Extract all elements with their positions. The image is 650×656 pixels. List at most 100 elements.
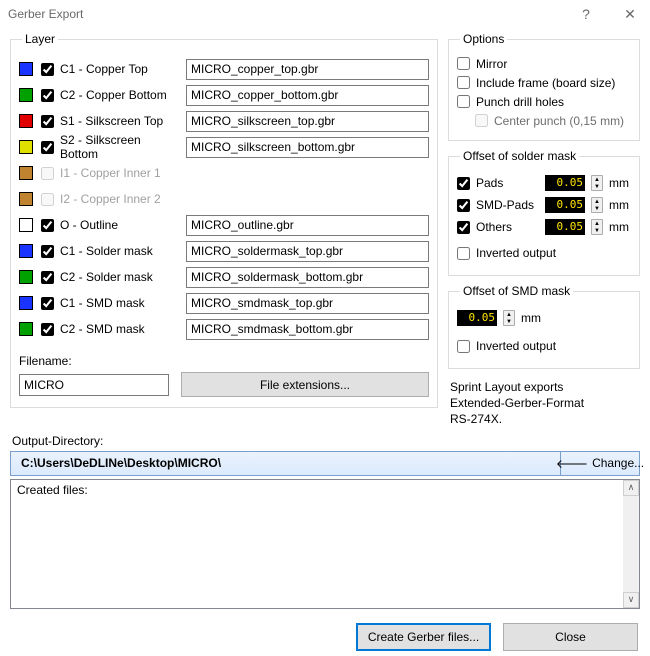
smd-inverted-label: Inverted output xyxy=(476,339,556,353)
layer-filename-input[interactable] xyxy=(186,241,429,262)
layer-row: I1 - Copper Inner 1 xyxy=(19,162,429,184)
layer-label: C1 - Copper Top xyxy=(60,62,182,76)
layer-row: C1 - SMD mask xyxy=(19,292,429,314)
layer-label: C1 - Solder mask xyxy=(60,244,182,258)
filename-label: Filename: xyxy=(19,354,429,368)
close-icon[interactable]: ✕ xyxy=(610,6,650,23)
scroll-track[interactable] xyxy=(623,496,639,592)
mirror-label: Mirror xyxy=(476,57,507,71)
output-dir-label: Output-Directory: xyxy=(12,434,640,448)
smd-offset-value[interactable]: 0.05 xyxy=(457,310,497,326)
layer-checkbox[interactable] xyxy=(41,219,54,232)
layer-label: C1 - SMD mask xyxy=(60,296,182,310)
layer-filename-input[interactable] xyxy=(186,215,429,236)
solder-inverted-label: Inverted output xyxy=(476,246,556,260)
notes-line: RS-274X. xyxy=(450,411,640,427)
layer-filename-input[interactable] xyxy=(186,59,429,80)
layer-checkbox[interactable] xyxy=(41,115,54,128)
layer-row: S1 - Silkscreen Top xyxy=(19,110,429,132)
create-gerber-button[interactable]: Create Gerber files... xyxy=(356,623,491,651)
pads-offset-value[interactable]: 0.05 xyxy=(545,175,585,191)
color-swatch xyxy=(19,166,33,180)
layer-row: C2 - Copper Bottom xyxy=(19,84,429,106)
center-punch-checkbox xyxy=(475,114,488,127)
layer-filename-input[interactable] xyxy=(186,111,429,132)
layer-label: S2 - Silkscreen Bottom xyxy=(60,133,182,161)
title-bar: Gerber Export ? ✕ xyxy=(0,0,650,28)
smd-inverted-checkbox[interactable] xyxy=(457,340,470,353)
options-group: Options Mirror Include frame (board size… xyxy=(448,32,640,141)
help-icon[interactable]: ? xyxy=(570,6,602,22)
output-dir-path: C:\Users\DeDLINe\Desktop\MICRO\ xyxy=(11,452,561,475)
solder-offset-legend: Offset of solder mask xyxy=(460,149,579,163)
color-swatch xyxy=(19,296,33,310)
layer-filename-input[interactable] xyxy=(186,267,429,288)
layer-group: Layer C1 - Copper Top C2 - Copper Bottom xyxy=(10,32,438,408)
layer-row: I2 - Copper Inner 2 xyxy=(19,188,429,210)
mirror-checkbox[interactable] xyxy=(457,57,470,70)
layer-checkbox xyxy=(41,193,54,206)
color-swatch xyxy=(19,270,33,284)
change-dir-button[interactable]: 🡐 Change... xyxy=(561,452,639,475)
layer-row: C1 - Solder mask xyxy=(19,240,429,262)
layer-label: I2 - Copper Inner 2 xyxy=(60,192,182,206)
change-dir-label: Change... xyxy=(592,456,644,470)
smd-spin[interactable]: ▲▼ xyxy=(503,310,515,326)
color-swatch xyxy=(19,322,33,336)
punch-label: Punch drill holes xyxy=(476,95,564,109)
scroll-up-icon[interactable]: ∧ xyxy=(623,480,639,496)
scrollbar[interactable]: ∧ ∨ xyxy=(623,480,639,608)
layer-filename-input[interactable] xyxy=(186,319,429,340)
others-offset-value[interactable]: 0.05 xyxy=(545,219,585,235)
smdpads-label: SMD-Pads xyxy=(476,198,539,212)
layer-checkbox[interactable] xyxy=(41,271,54,284)
file-extensions-button[interactable]: File extensions... xyxy=(181,372,429,397)
pads-checkbox[interactable] xyxy=(457,177,470,190)
unit-mm: mm xyxy=(521,311,543,325)
export-notes: Sprint Layout exports Extended-Gerber-Fo… xyxy=(448,377,640,428)
color-swatch xyxy=(19,140,33,154)
layer-label: I1 - Copper Inner 1 xyxy=(60,166,182,180)
close-button[interactable]: Close xyxy=(503,623,638,651)
layer-label: C2 - Solder mask xyxy=(60,270,182,284)
color-swatch xyxy=(19,114,33,128)
layer-row: C2 - Solder mask xyxy=(19,266,429,288)
layer-row: C2 - SMD mask xyxy=(19,318,429,340)
layer-checkbox[interactable] xyxy=(41,323,54,336)
include-frame-label: Include frame (board size) xyxy=(476,76,615,90)
layer-filename-input[interactable] xyxy=(186,293,429,314)
layer-checkbox[interactable] xyxy=(41,141,54,154)
unit-mm: mm xyxy=(609,198,631,212)
center-punch-label: Center punch (0,15 mm) xyxy=(494,114,624,128)
layer-checkbox[interactable] xyxy=(41,63,54,76)
layer-label: C2 - Copper Bottom xyxy=(60,88,182,102)
smdpads-offset-value[interactable]: 0.05 xyxy=(545,197,585,213)
layer-checkbox[interactable] xyxy=(41,89,54,102)
smdpads-spin[interactable]: ▲▼ xyxy=(591,197,603,213)
scroll-down-icon[interactable]: ∨ xyxy=(623,592,639,608)
others-checkbox[interactable] xyxy=(457,221,470,234)
notes-line: Extended-Gerber-Format xyxy=(450,395,640,411)
created-files-label: Created files: xyxy=(17,483,88,497)
color-swatch xyxy=(19,218,33,232)
solder-inverted-checkbox[interactable] xyxy=(457,247,470,260)
notes-line: Sprint Layout exports xyxy=(450,379,640,395)
layer-checkbox[interactable] xyxy=(41,245,54,258)
layer-filename-input[interactable] xyxy=(186,137,429,158)
include-frame-checkbox[interactable] xyxy=(457,76,470,89)
layer-row: S2 - Silkscreen Bottom xyxy=(19,136,429,158)
layer-legend: Layer xyxy=(22,32,58,46)
others-spin[interactable]: ▲▼ xyxy=(591,219,603,235)
filename-input[interactable] xyxy=(19,374,169,396)
layer-label: C2 - SMD mask xyxy=(60,322,182,336)
layer-checkbox[interactable] xyxy=(41,297,54,310)
created-files-box: Created files: ∧ ∨ xyxy=(10,479,640,609)
options-legend: Options xyxy=(460,32,507,46)
smdpads-checkbox[interactable] xyxy=(457,199,470,212)
layer-checkbox xyxy=(41,167,54,180)
solder-offset-group: Offset of solder mask Pads 0.05 ▲▼ mm SM… xyxy=(448,149,640,276)
punch-checkbox[interactable] xyxy=(457,95,470,108)
smd-offset-group: Offset of SMD mask 0.05 ▲▼ mm Inverted o… xyxy=(448,284,640,369)
pads-spin[interactable]: ▲▼ xyxy=(591,175,603,191)
layer-filename-input[interactable] xyxy=(186,85,429,106)
